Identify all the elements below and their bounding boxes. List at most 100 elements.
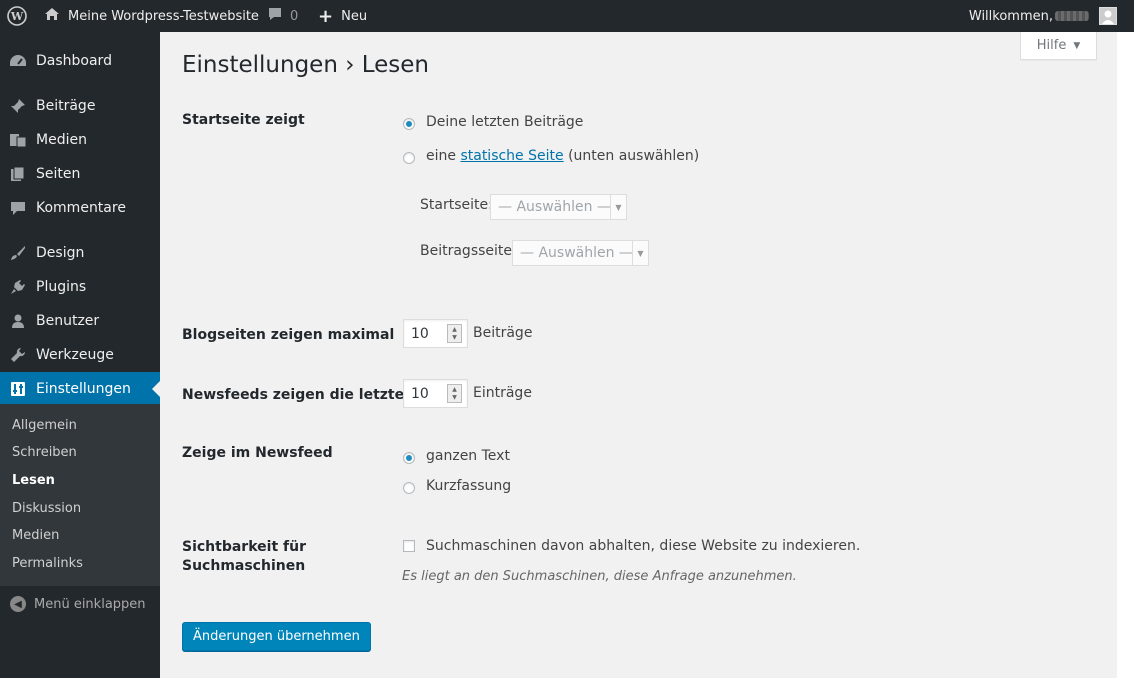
pin-icon [8, 96, 28, 116]
static-prefix: eine [426, 148, 456, 164]
posts-per-rss-unit: Einträge [473, 385, 532, 401]
sidebar-item-dashboard[interactable]: Dashboard [0, 44, 160, 78]
radio-summary[interactable] [403, 482, 415, 494]
discourage-search-label: Suchmaschinen davon abhalten, diese Webs… [426, 538, 861, 554]
front-page-label: Startseite zeigt [182, 112, 305, 128]
wordpress-logo-icon[interactable]: W [7, 0, 29, 32]
posts-per-page-label: Blogseiten zeigen maximal [182, 327, 395, 343]
settings-submenu: Allgemein Schreiben Lesen Diskussion Med… [0, 404, 160, 586]
sidebar-item-label: Medien [36, 132, 87, 148]
help-label: Hilfe [1036, 38, 1067, 53]
submenu-item-discussion[interactable]: Diskussion [12, 501, 81, 516]
scrollbar-gutter [1117, 32, 1134, 678]
site-name-label: Meine Wordpress-Testwebsite [68, 8, 259, 24]
main-content: Hilfe ▼ Einstellungen › Lesen Startseite… [160, 32, 1117, 678]
front-page-select-value: — Auswählen — [498, 199, 611, 215]
collapse-arrow-icon: ◀ [10, 596, 26, 612]
avatar[interactable] [1099, 7, 1117, 25]
sidebar-item-media[interactable]: Medien [0, 123, 160, 157]
submenu-item-general[interactable]: Allgemein [12, 418, 77, 433]
sidebar-item-label: Beiträge [36, 98, 96, 114]
spinner-arrows-icon[interactable]: ▲ ▼ [447, 384, 462, 403]
sidebar-item-pages[interactable]: Seiten [0, 157, 160, 191]
visibility-label-line1: Sichtbarkeit für [182, 539, 306, 555]
submenu-item-permalinks[interactable]: Permalinks [12, 556, 83, 571]
home-icon [44, 7, 60, 25]
discourage-search-checkbox[interactable] [403, 540, 415, 552]
posts-per-rss-label: Newsfeeds zeigen die letzten [182, 387, 415, 403]
visibility-hint: Es liegt an den Suchmaschinen, diese Anf… [402, 569, 797, 584]
pages-icon [8, 164, 28, 184]
radio-static-page[interactable] [403, 152, 415, 164]
sidebar-item-plugins[interactable]: Plugins [0, 270, 160, 304]
user-icon [8, 311, 28, 331]
comments-link[interactable]: 0 [268, 0, 298, 32]
sidebar-item-label: Benutzer [36, 313, 100, 329]
radio-latest-posts[interactable] [403, 118, 415, 130]
new-content-button[interactable]: + Neu [318, 0, 367, 32]
front-page-select-label: Startseite: [420, 197, 493, 213]
welcome-text: Willkommen, [968, 8, 1053, 24]
visibility-label-line2: Suchmaschinen [182, 558, 306, 574]
collapse-menu-button[interactable]: ◀ Menü einklappen [10, 596, 146, 612]
rss-content-label: Zeige im Newsfeed [182, 445, 333, 461]
brush-icon [8, 243, 28, 263]
collapse-label: Menü einklappen [34, 596, 146, 612]
save-changes-button[interactable]: Änderungen übernehmen [182, 622, 371, 651]
sidebar-item-tools[interactable]: Werkzeuge [0, 338, 160, 372]
user-account-link[interactable]: Willkommen, [969, 0, 1089, 32]
dropdown-arrow-icon: ▼ [1073, 40, 1081, 51]
admin-sidebar: Dashboard Beiträge Medien Seiten Komment… [0, 32, 160, 678]
sidebar-item-label: Werkzeuge [36, 347, 114, 363]
posts-page-select-label: Beitragsseite: [420, 243, 517, 259]
blurred-username [1055, 11, 1089, 21]
comment-icon [8, 198, 28, 218]
select-arrow-icon: ▼ [610, 195, 626, 219]
new-label: Neu [341, 8, 368, 24]
submenu-item-reading[interactable]: Lesen [12, 473, 55, 488]
help-tab-button[interactable]: Hilfe ▼ [1020, 32, 1097, 60]
radio-latest-posts-label: Deine letzten Beiträge [426, 114, 584, 130]
radio-static-page-label: eine statische Seite (unten auswählen) [426, 148, 699, 164]
svg-text:W: W [10, 10, 24, 23]
sidebar-item-label: Seiten [36, 166, 81, 182]
posts-per-rss-input[interactable]: 10 ▲ ▼ [403, 379, 468, 408]
sidebar-item-label: Plugins [36, 279, 87, 295]
plus-icon: + [318, 5, 334, 27]
posts-per-page-input[interactable]: 10 ▲ ▼ [403, 319, 468, 348]
posts-page-select[interactable]: — Auswählen — ▼ [512, 240, 649, 266]
wrench-icon [8, 345, 28, 365]
radio-summary-label: Kurzfassung [426, 478, 512, 494]
sidebar-item-label: Einstellungen [36, 381, 131, 397]
sidebar-item-label: Dashboard [36, 53, 112, 69]
sidebar-item-design[interactable]: Design [0, 236, 160, 270]
posts-per-rss-value: 10 [411, 385, 429, 402]
visibility-label: Sichtbarkeit für Suchmaschinen [182, 538, 306, 576]
posts-page-select-value: — Auswählen — [520, 245, 633, 261]
spinner-arrows-icon[interactable]: ▲ ▼ [447, 324, 462, 343]
submenu-item-writing[interactable]: Schreiben [12, 445, 77, 460]
static-page-link[interactable]: statische Seite [460, 148, 563, 164]
admin-bar: W Meine Wordpress-Testwebsite 0 + Neu Wi… [0, 0, 1134, 32]
media-icon [8, 130, 28, 150]
sidebar-item-comments[interactable]: Kommentare [0, 191, 160, 225]
posts-per-page-value: 10 [411, 325, 429, 342]
sidebar-item-settings[interactable]: Einstellungen [0, 372, 160, 406]
radio-full-text-label: ganzen Text [426, 448, 510, 464]
front-page-select[interactable]: — Auswählen — ▼ [490, 194, 627, 220]
sidebar-item-posts[interactable]: Beiträge [0, 89, 160, 123]
select-arrow-icon: ▼ [632, 241, 648, 265]
page-title: Einstellungen › Lesen [182, 52, 430, 78]
sidebar-item-label: Design [36, 245, 85, 261]
static-suffix: (unten auswählen) [568, 148, 700, 164]
settings-icon [8, 379, 28, 399]
radio-full-text[interactable] [403, 452, 415, 464]
comment-count: 0 [290, 8, 299, 24]
sidebar-item-label: Kommentare [36, 200, 126, 216]
comment-bubble-icon [268, 7, 282, 25]
plugin-icon [8, 277, 28, 297]
sidebar-item-users[interactable]: Benutzer [0, 304, 160, 338]
site-name-link[interactable]: Meine Wordpress-Testwebsite [44, 0, 259, 32]
posts-per-page-unit: Beiträge [473, 325, 533, 341]
submenu-item-media[interactable]: Medien [12, 528, 59, 543]
